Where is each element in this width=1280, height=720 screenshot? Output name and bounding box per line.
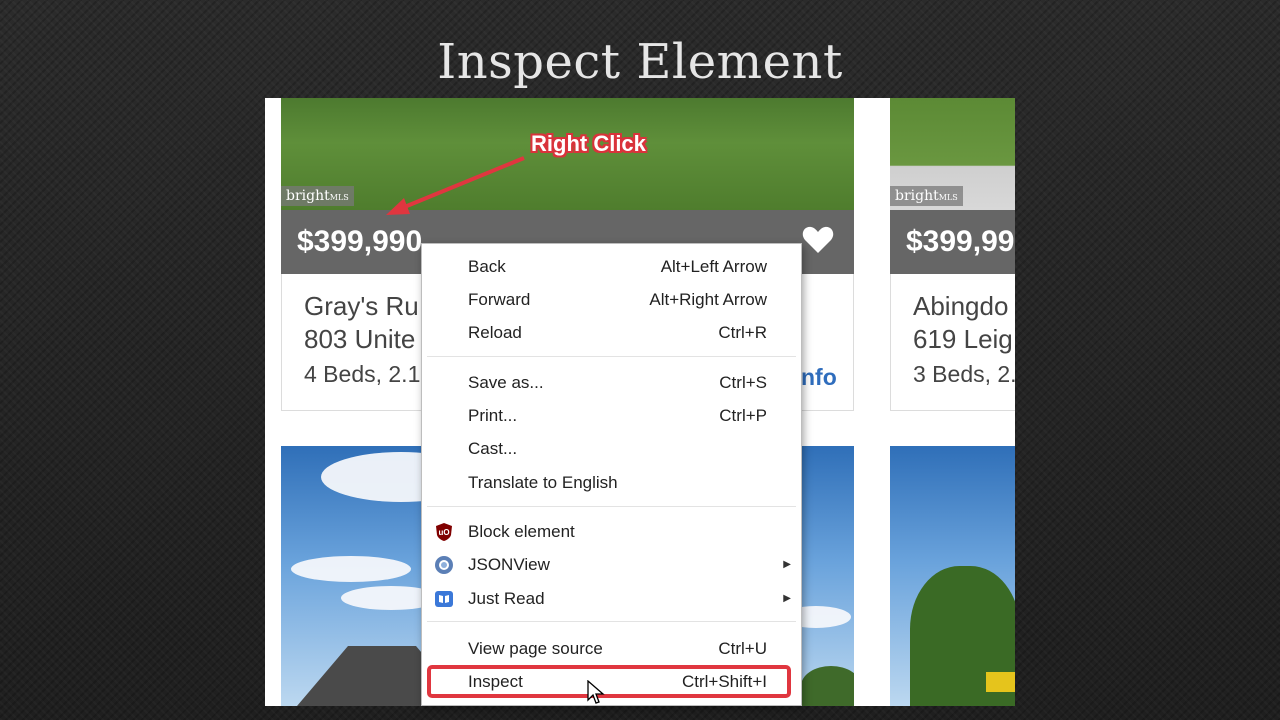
- annotation-label: Right Click: [531, 131, 646, 156]
- submenu-arrow-icon: ▶: [783, 559, 791, 570]
- svg-text:uO: uO: [438, 528, 449, 537]
- menu-item-view-source[interactable]: View page source Ctrl+U: [422, 632, 801, 665]
- listing-name[interactable]: Abingdo: [913, 290, 1008, 323]
- menu-item-save-as[interactable]: Save as... Ctrl+S: [422, 366, 801, 399]
- listing-photo[interactable]: brightMLS: [890, 98, 1015, 210]
- brightmls-watermark: brightMLS: [281, 186, 354, 206]
- menu-item-block-element[interactable]: uO Block element: [422, 515, 801, 548]
- sign: [986, 672, 1015, 692]
- listing-info: Abingdo 619 Leig 3 Beds, 2.: [890, 274, 1015, 411]
- listing-address: 619 Leig: [913, 324, 1013, 354]
- menu-separator: [427, 356, 796, 357]
- listing-price: $399,99: [906, 225, 1015, 258]
- context-menu: Back Alt+Left Arrow Forward Alt+Right Ar…: [421, 243, 802, 706]
- more-info-link[interactable]: nfo: [801, 364, 837, 391]
- ublock-icon: uO: [436, 522, 452, 541]
- menu-item-translate[interactable]: Translate to English: [422, 466, 801, 499]
- listing-beds: 3 Beds, 2.: [913, 361, 1015, 387]
- listing-photo[interactable]: [890, 446, 1015, 706]
- heart-icon[interactable]: [802, 226, 834, 254]
- just-read-icon: [435, 590, 453, 607]
- listing-price: $399,990: [297, 225, 423, 258]
- listing-card[interactable]: brightMLS $399,99 Abingdo 619 Leig 3 Bed…: [890, 98, 1015, 411]
- mouse-cursor-icon: [587, 680, 605, 704]
- price-bar: $399,99: [890, 210, 1015, 274]
- menu-item-cast[interactable]: Cast...: [422, 432, 801, 465]
- menu-item-back[interactable]: Back Alt+Left Arrow: [422, 250, 801, 283]
- menu-item-reload[interactable]: Reload Ctrl+R: [422, 316, 801, 349]
- menu-separator: [427, 506, 796, 507]
- menu-separator: [427, 621, 796, 622]
- brightmls-watermark: brightMLS: [890, 186, 963, 206]
- slide-title: Inspect Element: [437, 34, 843, 90]
- jsonview-icon: [435, 555, 453, 574]
- menu-item-just-read[interactable]: Just Read ▶: [422, 582, 801, 615]
- menu-item-jsonview[interactable]: JSONView ▶: [422, 548, 801, 581]
- menu-item-print[interactable]: Print... Ctrl+P: [422, 399, 801, 432]
- menu-item-forward[interactable]: Forward Alt+Right Arrow: [422, 283, 801, 316]
- menu-item-inspect[interactable]: Inspect Ctrl+Shift+I: [422, 665, 801, 698]
- cloud: [291, 556, 411, 582]
- submenu-arrow-icon: ▶: [783, 593, 791, 604]
- trees: [801, 666, 854, 706]
